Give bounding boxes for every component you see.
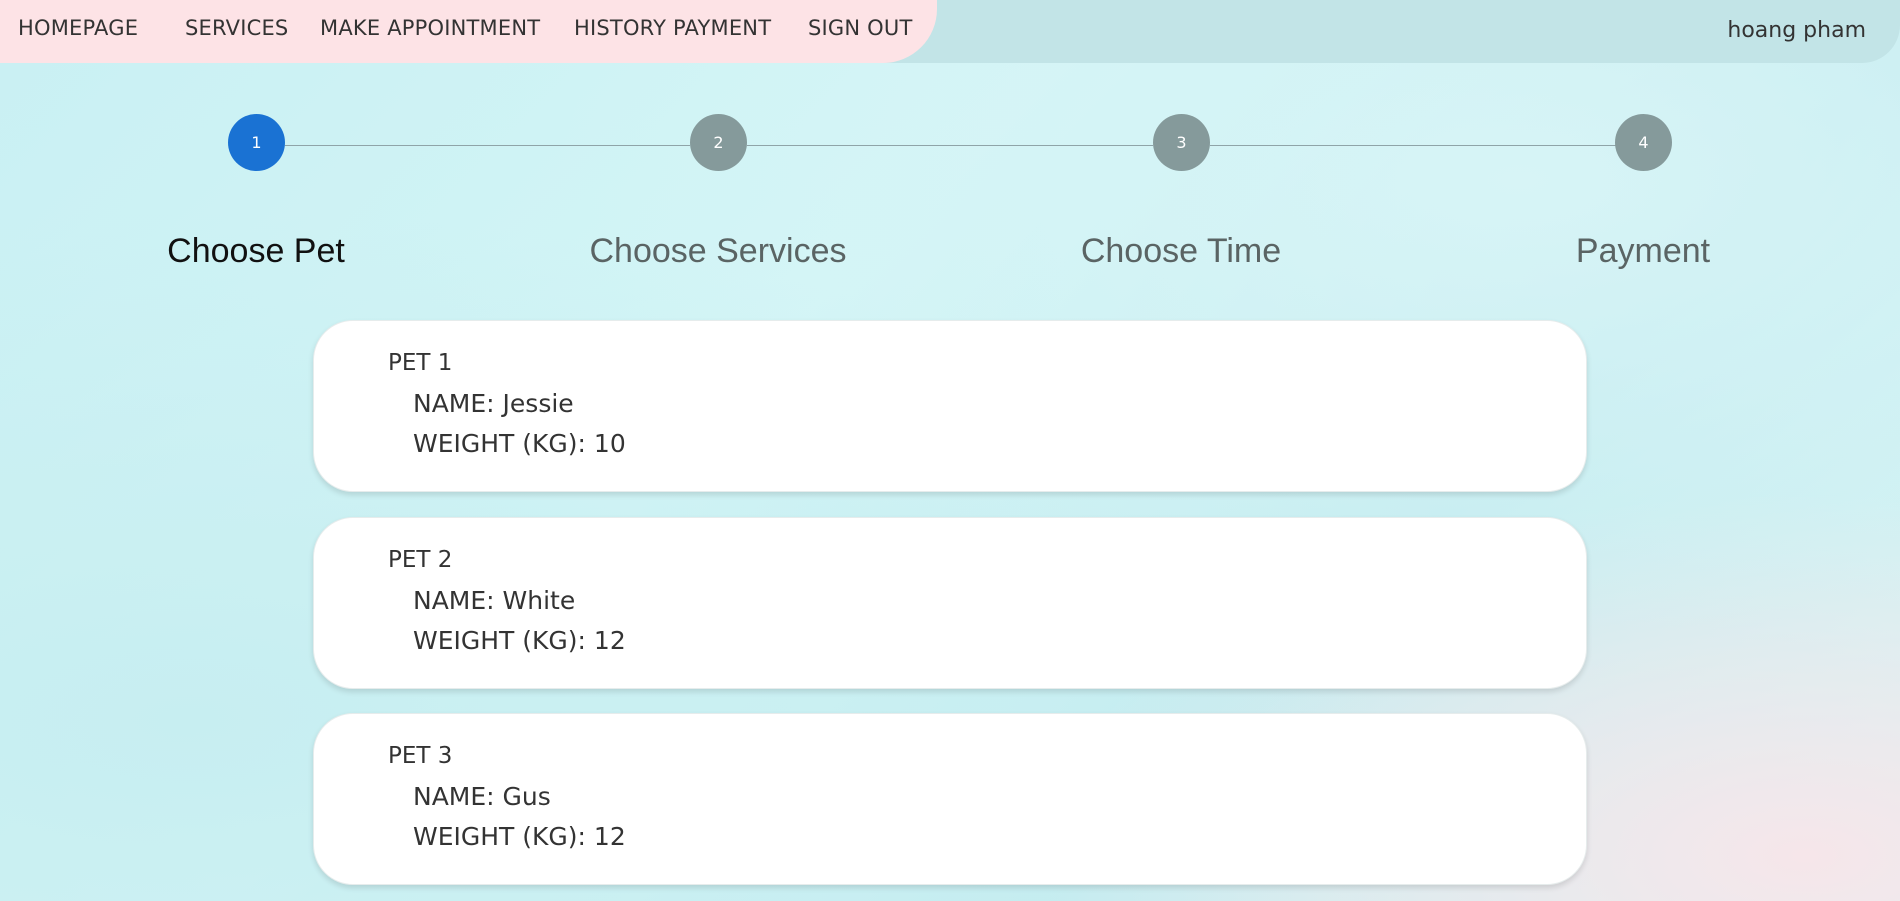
nav-services-link[interactable]: SERVICES [185, 16, 288, 40]
user-name[interactable]: hoang pham [1727, 18, 1866, 43]
step-2-label: Choose Services [589, 232, 847, 270]
pet-name-label: NAME: [413, 389, 503, 418]
step-connector [285, 145, 690, 146]
pet-card[interactable]: PET 2 NAME: White WEIGHT (KG): 12 [313, 517, 1587, 689]
pet-weight-value: 12 [593, 822, 626, 851]
pet-name-row: NAME: Gus [413, 782, 551, 811]
pet-weight-row: WEIGHT (KG): 12 [413, 626, 626, 655]
pet-name-value: Jessie [502, 389, 574, 418]
pet-weight-value: 12 [593, 626, 626, 655]
step-1-circle[interactable]: 1 [228, 114, 285, 171]
pet-name-label: NAME: [413, 586, 503, 615]
pet-card[interactable]: PET 1 NAME: Jessie WEIGHT (KG): 10 [313, 320, 1587, 492]
step-3-circle[interactable]: 3 [1153, 114, 1210, 171]
pet-name-value: White [502, 586, 576, 615]
pet-weight-row: WEIGHT (KG): 12 [413, 822, 626, 851]
nav-make-appointment-link[interactable]: MAKE APPOINTMENT [320, 16, 540, 40]
pet-name-label: NAME: [413, 782, 503, 811]
step-4-circle[interactable]: 4 [1615, 114, 1672, 171]
pet-title: PET 3 [388, 743, 453, 769]
pet-name-row: NAME: White [413, 586, 575, 615]
pet-weight-label: WEIGHT (KG): [413, 822, 594, 851]
nav-history-payment-link[interactable]: HISTORY PAYMENT [574, 16, 771, 40]
pet-title: PET 2 [388, 547, 453, 573]
pet-name-row: NAME: Jessie [413, 389, 574, 418]
step-2-circle[interactable]: 2 [690, 114, 747, 171]
step-1-label: Choose Pet [167, 232, 345, 270]
pet-weight-label: WEIGHT (KG): [413, 429, 594, 458]
pet-weight-row: WEIGHT (KG): 10 [413, 429, 626, 458]
pet-title: PET 1 [388, 350, 453, 376]
nav-homepage-link[interactable]: HOMEPAGE [18, 16, 138, 40]
nav-sign-out-link[interactable]: SIGN OUT [808, 16, 913, 40]
pet-name-value: Gus [502, 782, 551, 811]
pet-weight-label: WEIGHT (KG): [413, 626, 594, 655]
pet-weight-value: 10 [593, 429, 626, 458]
step-4-label: Payment [1575, 232, 1711, 270]
step-connector [747, 145, 1153, 146]
step-connector [1210, 145, 1616, 146]
step-3-label: Choose Time [1080, 232, 1282, 270]
pet-card[interactable]: PET 3 NAME: Gus WEIGHT (KG): 12 [313, 713, 1587, 885]
main-nav: HOMEPAGE SERVICES MAKE APPOINTMENT HISTO… [0, 0, 937, 63]
